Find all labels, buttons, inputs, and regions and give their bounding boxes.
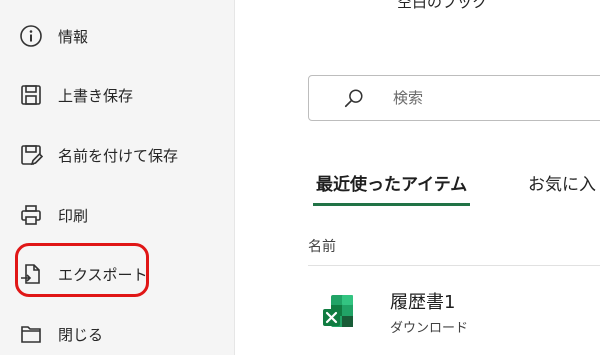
search-box[interactable] bbox=[308, 75, 600, 121]
list-item[interactable]: 履歴書1 ダウンロード bbox=[308, 266, 600, 355]
backstage-sidebar: 情報 上書き保存 名前を付けて保存 印刷 エクスポート 閉じる bbox=[0, 0, 235, 355]
excel-icon bbox=[321, 293, 357, 331]
sidebar-item-print[interactable]: 印刷 bbox=[0, 191, 234, 239]
sidebar-item-label: 名前を付けて保存 bbox=[58, 146, 179, 165]
sidebar-item-save-as[interactable]: 名前を付けて保存 bbox=[0, 131, 234, 179]
sidebar-item-save[interactable]: 上書き保存 bbox=[0, 71, 234, 119]
export-highlight-annotation bbox=[15, 243, 149, 297]
sidebar-item-label: 情報 bbox=[58, 27, 89, 46]
column-header-name[interactable]: 名前 bbox=[308, 236, 336, 256]
sidebar-item-info[interactable]: 情報 bbox=[0, 12, 234, 60]
info-icon bbox=[18, 23, 44, 49]
print-icon bbox=[18, 202, 44, 228]
sidebar-item-label: 閉じる bbox=[58, 325, 104, 344]
sidebar-item-label: 上書き保存 bbox=[58, 86, 134, 105]
file-location: ダウンロード bbox=[390, 321, 469, 336]
search-icon bbox=[343, 87, 365, 109]
sidebar-item-close[interactable]: 閉じる bbox=[0, 310, 234, 358]
save-icon bbox=[18, 82, 44, 108]
tab-favorites[interactable]: お気に入 bbox=[528, 170, 596, 195]
search-input[interactable] bbox=[391, 88, 595, 108]
page-title: 空白のブック bbox=[397, 0, 488, 11]
tab-recent[interactable]: 最近使ったアイテム bbox=[312, 170, 471, 206]
sidebar-item-label: 印刷 bbox=[58, 206, 89, 225]
file-name: 履歴書1 bbox=[390, 292, 456, 313]
folder-close-icon bbox=[18, 321, 44, 347]
main-panel: 空白のブック 最近使ったアイテム お気に入 名前 履歴書1 ダウンロード bbox=[235, 0, 600, 355]
save-as-icon bbox=[18, 142, 44, 168]
